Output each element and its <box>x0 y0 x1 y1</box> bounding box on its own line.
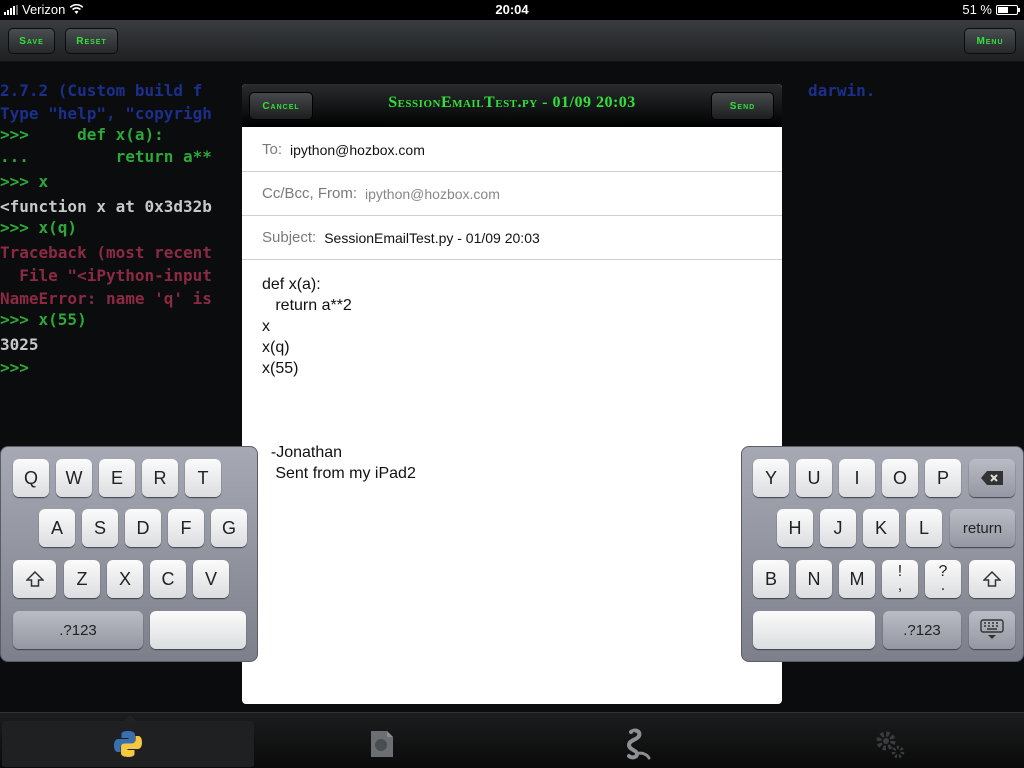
key-bottom-glyph: . <box>940 577 946 594</box>
bottom-tab-bar <box>0 712 1024 768</box>
key-f[interactable]: F <box>168 509 204 547</box>
status-bar: Verizon 20:04 51 % <box>0 0 1024 20</box>
battery-percent: 51 % <box>962 2 992 17</box>
send-button[interactable]: Send <box>711 92 774 120</box>
console-line-tail: darwin. <box>808 81 876 100</box>
to-field[interactable]: To: ipython@hozbox.com <box>242 128 782 172</box>
console-line: File "<iPython-input <box>0 266 212 285</box>
keyboard-dismiss-icon <box>980 619 1004 639</box>
exclamation-comma-key[interactable]: ! , <box>882 560 918 598</box>
key-b[interactable]: B <box>753 560 789 598</box>
to-label: To: <box>262 141 283 158</box>
ccbcc-label: Cc/Bcc, From: <box>262 185 358 202</box>
key-m[interactable]: M <box>839 560 875 598</box>
key-s[interactable]: S <box>82 509 118 547</box>
key-x[interactable]: X <box>107 560 143 598</box>
key-p[interactable]: P <box>925 459 961 497</box>
key-n[interactable]: N <box>796 560 832 598</box>
key-a[interactable]: A <box>39 509 75 547</box>
key-k[interactable]: K <box>863 509 899 547</box>
key-bottom-glyph: , <box>897 577 903 594</box>
console-line: 2.7.2 (Custom build f <box>0 81 203 100</box>
key-v[interactable]: V <box>193 560 229 598</box>
ccbcc-field[interactable]: Cc/Bcc, From: ipython@hozbox.com <box>242 172 782 216</box>
keyboard-right-half: Y U I O P H J K L return B N M ! , ? . .… <box>741 446 1024 662</box>
console-line: Type "help", "copyrigh <box>0 104 212 123</box>
console-line: NameError: name 'q' is <box>0 289 212 308</box>
tab-console[interactable] <box>2 715 254 767</box>
console-line: >>> x(q) <box>0 218 78 237</box>
save-button[interactable]: Save <box>8 28 55 54</box>
battery-icon <box>996 4 1020 15</box>
key-u[interactable]: U <box>796 459 832 497</box>
email-body[interactable]: def x(a): return a**2 x x(q) x(55) -Jona… <box>262 274 416 484</box>
reset-button[interactable]: Reset <box>65 28 118 54</box>
key-t[interactable]: T <box>185 459 221 497</box>
key-q[interactable]: Q <box>13 459 49 497</box>
key-o[interactable]: O <box>882 459 918 497</box>
console-line: Traceback (most recent <box>0 243 212 262</box>
email-compose-modal: Cancel SessionEmailTest.py - 01/09 20:03… <box>242 84 782 704</box>
space-key[interactable] <box>150 611 246 649</box>
numbers-key-right[interactable]: .?123 <box>883 611 961 649</box>
console-prompt: >>> <box>0 358 29 377</box>
cancel-button[interactable]: Cancel <box>249 92 313 120</box>
email-title-bar: Cancel SessionEmailTest.py - 01/09 20:03… <box>242 84 782 127</box>
python-icon <box>114 731 142 757</box>
shift-icon <box>983 571 1001 587</box>
shift-icon <box>25 571 44 587</box>
key-c[interactable]: C <box>150 560 186 598</box>
console-line: >>> x(55) <box>0 310 87 329</box>
backspace-key[interactable] <box>969 459 1015 497</box>
subject-label: Subject: <box>262 229 317 246</box>
clock: 20:04 <box>495 2 529 17</box>
tab-snake[interactable] <box>510 721 762 767</box>
question-period-key[interactable]: ? . <box>925 560 961 598</box>
shift-key-right[interactable] <box>969 560 1015 598</box>
menu-button[interactable]: Menu <box>964 28 1016 54</box>
key-r[interactable]: R <box>142 459 178 497</box>
space-key-right[interactable] <box>753 611 875 649</box>
return-key[interactable]: return <box>950 509 1015 547</box>
battery-indicator: 51 % <box>962 2 1020 17</box>
tab-scripts[interactable] <box>256 721 508 767</box>
console-line: >>> x <box>0 172 49 191</box>
key-g[interactable]: G <box>211 509 247 547</box>
subject-field[interactable]: Subject: SessionEmailTest.py - 01/09 20:… <box>242 216 782 260</box>
keyboard-left-half: Q W E R T A S D F G Z X C V .?123 <box>0 446 258 662</box>
key-l[interactable]: L <box>906 509 942 547</box>
from-value[interactable]: ipython@hozbox.com <box>365 186 500 202</box>
hide-keyboard-key[interactable] <box>969 611 1015 649</box>
tab-settings[interactable] <box>764 721 1016 767</box>
key-w[interactable]: W <box>56 459 92 497</box>
key-h[interactable]: H <box>777 509 813 547</box>
numbers-key[interactable]: .?123 <box>13 611 143 649</box>
document-icon <box>371 731 393 757</box>
key-z[interactable]: Z <box>64 560 100 598</box>
console-line: <function x at 0x3d32b <box>0 197 212 216</box>
key-d[interactable]: D <box>125 509 161 547</box>
key-y[interactable]: Y <box>753 459 789 497</box>
to-value[interactable]: ipython@hozbox.com <box>290 142 425 158</box>
console-line: 3025 <box>0 335 39 354</box>
key-j[interactable]: J <box>820 509 856 547</box>
key-i[interactable]: I <box>839 459 875 497</box>
console-line: >>> def x(a): <box>0 125 164 144</box>
key-e[interactable]: E <box>99 459 135 497</box>
settings-icon <box>876 731 905 759</box>
email-title: SessionEmailTest.py - 01/09 20:03 <box>388 94 636 111</box>
subject-value[interactable]: SessionEmailTest.py - 01/09 20:03 <box>324 230 540 246</box>
shift-key[interactable] <box>13 560 56 598</box>
backspace-icon <box>981 471 1003 485</box>
snake-icon <box>626 728 651 760</box>
top-toolbar: Save Reset Menu <box>0 20 1024 62</box>
console-line: ... return a** <box>0 147 212 166</box>
